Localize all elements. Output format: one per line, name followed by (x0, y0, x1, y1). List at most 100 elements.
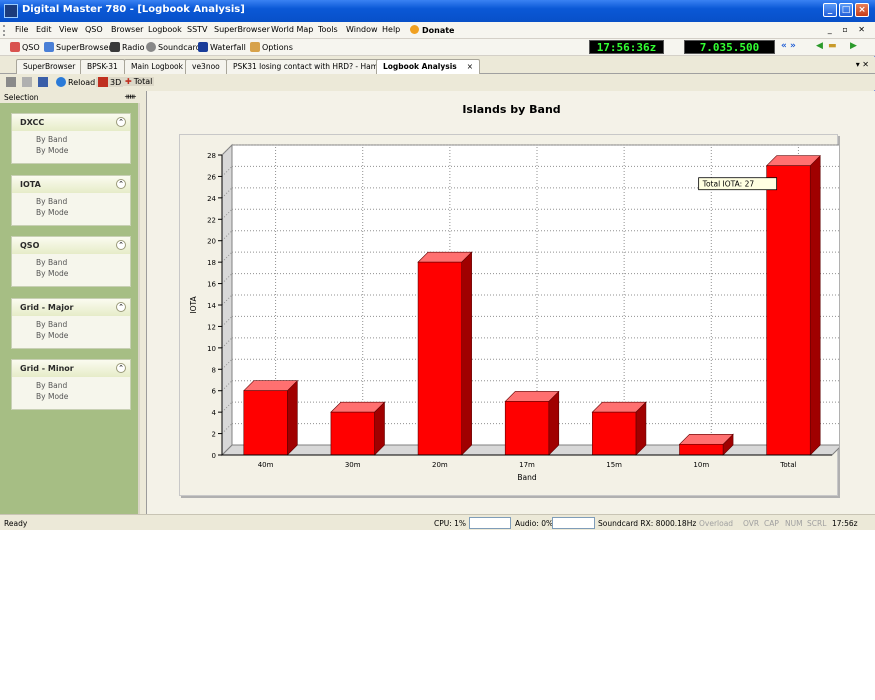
toolbar-options-label: Options (262, 43, 293, 52)
y-tick-label: 8 (212, 366, 216, 374)
close-button[interactable]: × (855, 3, 869, 17)
menu-view[interactable]: View (59, 25, 78, 34)
y-tick-label: 10 (207, 345, 216, 353)
tab-list-controls[interactable]: ▾ ✕ (856, 60, 869, 69)
back-arrow-icon[interactable]: ◀ (816, 41, 823, 51)
selection-header: Selection ᚔ (0, 91, 140, 103)
menu-browser[interactable]: Browser (111, 25, 143, 34)
selection-panel: Selection ᚔ DXCC ⌃ By Band By Mode IOTA ⌃ … (0, 91, 140, 514)
toolbar-soundcard-button[interactable]: Soundcard (146, 42, 201, 52)
group-iota-header[interactable]: IOTA ⌃ (12, 176, 130, 193)
print-preview-icon[interactable] (22, 77, 34, 87)
toolbar-superbrowser-button[interactable]: SuperBrowser (44, 42, 112, 52)
group-grid-minor: Grid - Minor ⌃ By Band By Mode (11, 359, 131, 410)
tab-superbrowser[interactable]: SuperBrowser (16, 59, 83, 74)
toolbar-waterfall-button[interactable]: Waterfall (198, 42, 246, 52)
tab-close-icon[interactable]: × (467, 62, 473, 71)
forward-arrow-icon[interactable]: ▶ (850, 41, 857, 51)
waterfall-icon (198, 42, 208, 52)
dxcc-by-band-link[interactable]: By Band (12, 134, 130, 145)
y-tick-label: 2 (212, 431, 216, 439)
donate-icon (410, 25, 419, 34)
x-tick-label: 30m (345, 461, 361, 469)
menu-donate[interactable]: Donate (410, 25, 454, 35)
mdi-controls[interactable]: _ ▫ ✕ (828, 25, 869, 34)
dxcc-by-mode-link[interactable]: By Mode (12, 145, 130, 156)
utc-clock-display: 17:56:36z (589, 40, 664, 54)
menu-window[interactable]: Window (346, 25, 378, 34)
y-tick-label: 24 (207, 195, 216, 203)
menu-sstv[interactable]: SSTV (187, 25, 208, 34)
toolbar-qso-button[interactable]: QSO (10, 42, 40, 52)
plus-icon: ✚ (125, 77, 132, 86)
status-bar: Ready CPU: 1% Audio: 0% Soundcard RX: 80… (0, 514, 875, 530)
iota-by-band-link[interactable]: By Band (12, 196, 130, 207)
menu-edit[interactable]: Edit (36, 25, 52, 34)
group-grid-minor-header[interactable]: Grid - Minor ⌃ (12, 360, 130, 377)
total-toggle-button[interactable]: ✚ Total (123, 77, 155, 86)
menu-file[interactable]: File (15, 25, 28, 34)
menu-help[interactable]: Help (382, 25, 400, 34)
save-icon[interactable] (38, 77, 50, 87)
radio-icon (110, 42, 120, 52)
collapse-icon[interactable]: ⌃ (116, 240, 126, 250)
toolbar-radio-button[interactable]: Radio (110, 42, 144, 52)
3d-toggle-button[interactable]: 3D (96, 77, 124, 87)
group-dxcc-title: DXCC (20, 118, 45, 127)
toolbar-options-button[interactable]: Options (250, 42, 293, 52)
grid-major-by-band-link[interactable]: By Band (12, 319, 130, 330)
x-axis-title: Band (517, 473, 536, 482)
group-qso-header[interactable]: QSO ⌃ (12, 237, 130, 254)
menu-logbook[interactable]: Logbook (148, 25, 182, 34)
grid-major-by-mode-link[interactable]: By Mode (12, 330, 130, 341)
tab-main-logbook[interactable]: Main Logbook (124, 59, 190, 74)
grid-minor-by-mode-link[interactable]: By Mode (12, 391, 130, 402)
collapse-icon[interactable]: ⌃ (116, 363, 126, 373)
pin-icon[interactable]: ᚔ (125, 92, 136, 101)
donate-label: Donate (422, 26, 455, 35)
menu-bar: File Edit View QSO Browser Logbook SSTV … (0, 22, 875, 39)
qso-by-mode-link[interactable]: By Mode (12, 268, 130, 279)
folder-icon[interactable]: ▬ (828, 41, 837, 51)
menu-superbrowser[interactable]: SuperBrowser (214, 25, 270, 34)
reload-button[interactable]: Reload (56, 77, 95, 87)
collapse-icon[interactable]: ⌃ (116, 117, 126, 127)
frequency-display[interactable]: 7.035.500 (684, 40, 775, 54)
reload-label: Reload (68, 78, 96, 87)
group-grid-major-header[interactable]: Grid - Major ⌃ (12, 299, 130, 316)
iota-by-mode-link[interactable]: By Mode (12, 207, 130, 218)
collapse-icon[interactable]: ⌃ (116, 302, 126, 312)
status-cpu: CPU: 1% (434, 519, 467, 528)
audio-meter (552, 517, 595, 529)
maximize-button[interactable]: □ (839, 3, 853, 17)
x-tick-label: 20m (432, 461, 448, 469)
print-icon[interactable] (6, 77, 18, 87)
qso-by-band-link[interactable]: By Band (12, 257, 130, 268)
tab-bpsk31[interactable]: BPSK-31 (80, 59, 125, 74)
menu-world-map[interactable]: World Map (271, 25, 313, 34)
minimize-button[interactable]: _ (823, 3, 837, 17)
tab-ve3noo[interactable]: ve3noo (185, 59, 227, 74)
menu-qso[interactable]: QSO (85, 25, 103, 34)
x-tick-label: Total (779, 461, 796, 469)
reload-icon (56, 77, 66, 87)
collapse-icon[interactable]: ⌃ (116, 179, 126, 189)
menu-tools[interactable]: Tools (318, 25, 338, 34)
analysis-toolbar: Reload 3D ✚ Total (0, 74, 875, 90)
toolbar-superbrowser-label: SuperBrowser (56, 43, 112, 52)
y-tick-label: 20 (207, 238, 216, 246)
iota-bar-chart: 024681012141618202224262840m 30m 20m 17m 15m… (189, 143, 844, 482)
y-tick-label: 12 (207, 323, 216, 331)
qso-icon (10, 42, 20, 52)
frequency-nav-arrows[interactable]: « » (781, 41, 796, 51)
app-window: Digital Master 780 - [Logbook Analysis] … (0, 0, 875, 530)
status-scrl: SCRL (807, 519, 827, 528)
tab-psk31-thread[interactable]: PSK31 losing contact with HRD? - Ham… (226, 59, 393, 74)
tab-logbook-analysis[interactable]: Logbook Analysis × (376, 59, 481, 75)
total-label: Total (133, 77, 153, 86)
menubar-grip[interactable] (3, 25, 6, 36)
window-title: Digital Master 780 - [Logbook Analysis] (22, 4, 245, 15)
grid-minor-by-band-link[interactable]: By Band (12, 380, 130, 391)
y-tick-label: 14 (207, 302, 216, 310)
group-dxcc-header[interactable]: DXCC ⌃ (12, 114, 130, 131)
